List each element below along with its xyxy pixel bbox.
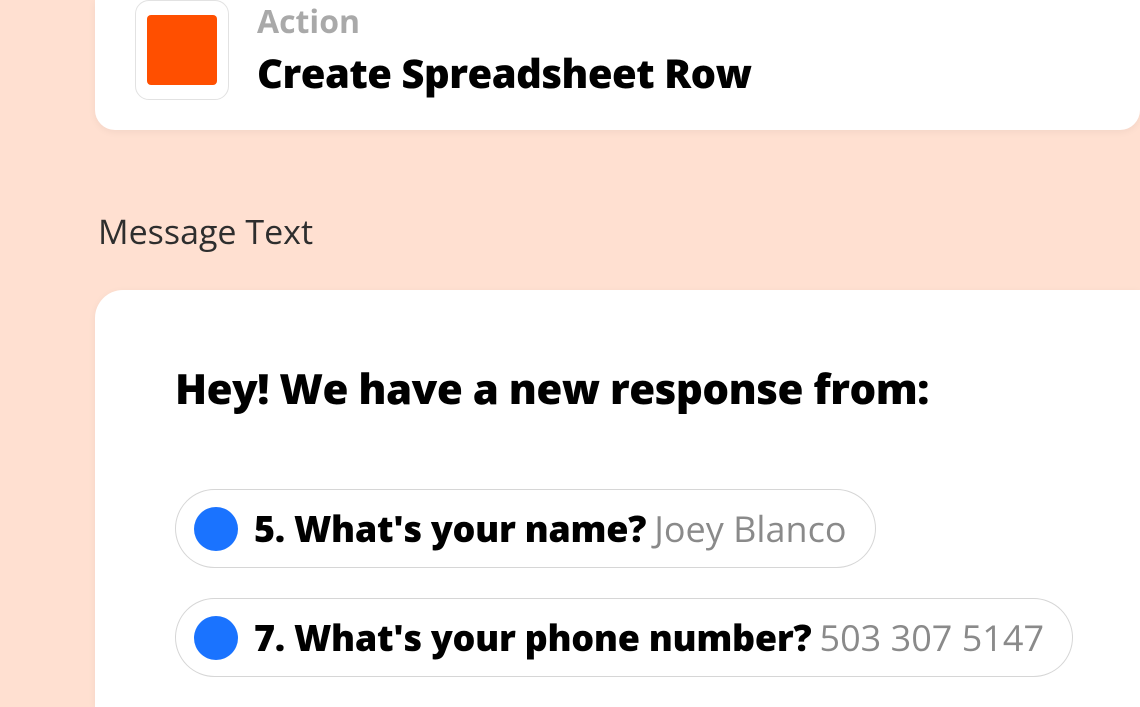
chip-question: 5. What's your name?	[254, 504, 646, 553]
action-type-label: Action	[257, 0, 752, 43]
app-icon	[147, 15, 217, 85]
action-app-icon-box[interactable]	[135, 0, 229, 100]
chip-source-icon	[194, 507, 238, 551]
field-chip[interactable]: 5. What's your name? Joey Blanco	[175, 489, 876, 568]
action-card: Action Create Spreadsheet Row	[95, 0, 1140, 130]
action-text-group: Action Create Spreadsheet Row	[257, 0, 752, 100]
field-chip[interactable]: 7. What's your phone number? 503 307 514…	[175, 598, 1073, 677]
action-name: Create Spreadsheet Row	[257, 45, 752, 100]
chip-answer: Joey Blanco	[654, 504, 846, 553]
chip-answer: 503 307 5147	[820, 613, 1045, 662]
message-card: Hey! We have a new response from: 5. Wha…	[95, 290, 1140, 707]
message-heading: Hey! We have a new response from:	[175, 360, 1090, 417]
section-label: Message Text	[98, 208, 1140, 254]
chip-question: 7. What's your phone number?	[254, 613, 811, 662]
chip-source-icon	[194, 616, 238, 660]
action-row: Action Create Spreadsheet Row	[135, 0, 1100, 100]
